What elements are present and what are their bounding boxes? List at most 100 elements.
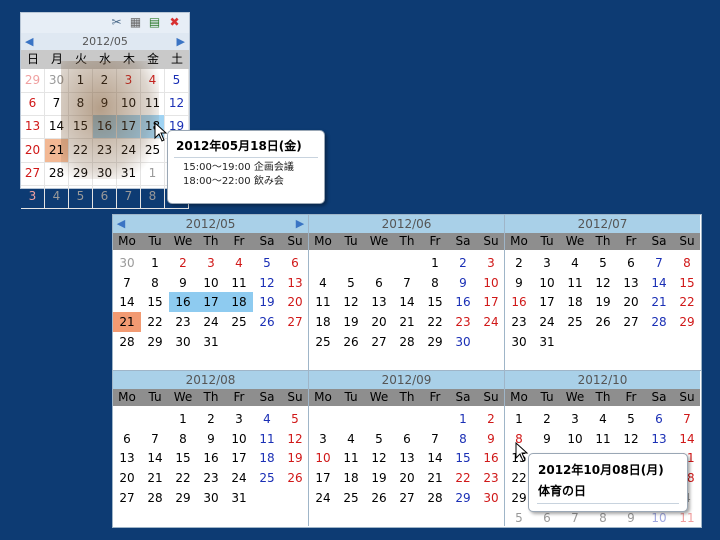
day-cell[interactable]: 31 <box>197 332 225 352</box>
mini-day-cell[interactable]: 1 <box>69 69 93 93</box>
day-cell[interactable]: 9 <box>449 273 477 293</box>
mini-day-cell[interactable]: 22 <box>69 138 93 163</box>
next-month-arrow-icon[interactable]: ▶ <box>177 33 185 50</box>
day-cell[interactable]: 24 <box>533 312 561 332</box>
day-cell[interactable]: 23 <box>477 468 505 488</box>
day-cell[interactable]: 3 <box>197 253 225 273</box>
day-cell[interactable]: 11 <box>561 273 589 293</box>
day-cell[interactable]: 20 <box>281 292 309 312</box>
day-cell[interactable]: 17 <box>533 292 561 312</box>
day-cell[interactable]: 26 <box>365 488 393 508</box>
prev-month-arrow-icon[interactable]: ◀ <box>113 215 129 233</box>
day-cell[interactable]: 13 <box>113 448 141 468</box>
day-cell[interactable]: 24 <box>309 488 337 508</box>
day-cell[interactable]: 17 <box>225 448 253 468</box>
mini-day-cell[interactable]: 30 <box>45 69 69 93</box>
day-cell[interactable]: 11 <box>337 448 365 468</box>
day-cell[interactable]: 12 <box>337 292 365 312</box>
day-cell[interactable]: 5 <box>365 429 393 449</box>
next-month-arrow-icon[interactable]: ▶ <box>292 215 308 233</box>
day-cell[interactable]: 5 <box>253 253 281 273</box>
mini-day-cell[interactable]: 2 <box>93 69 117 93</box>
mini-day-cell[interactable]: 12 <box>165 92 189 117</box>
day-cell[interactable]: 14 <box>645 273 673 293</box>
day-cell[interactable]: 10 <box>309 448 337 468</box>
day-cell[interactable]: 24 <box>225 468 253 488</box>
mini-day-cell[interactable]: 27 <box>21 161 45 186</box>
day-cell[interactable]: 4 <box>589 409 617 429</box>
day-cell[interactable]: 3 <box>477 253 505 273</box>
day-cell[interactable]: 12 <box>253 273 281 293</box>
mini-day-cell[interactable]: 9 <box>93 92 117 117</box>
day-cell[interactable]: 18 <box>337 468 365 488</box>
day-cell[interactable]: 15 <box>673 273 701 293</box>
day-cell[interactable]: 2 <box>505 253 533 273</box>
day-cell[interactable]: 22 <box>673 292 701 312</box>
day-cell[interactable]: 27 <box>617 312 645 332</box>
day-cell[interactable]: 6 <box>113 429 141 449</box>
mini-day-cell[interactable]: 6 <box>93 185 117 209</box>
day-cell[interactable]: 23 <box>505 312 533 332</box>
mini-day-cell[interactable]: 23 <box>93 138 117 163</box>
day-cell[interactable]: 15 <box>141 292 169 312</box>
day-cell[interactable]: 29 <box>169 488 197 508</box>
day-cell[interactable]: 19 <box>365 468 393 488</box>
day-cell[interactable]: 9 <box>505 273 533 293</box>
day-cell[interactable]: 10 <box>561 429 589 449</box>
grid-icon[interactable]: ▦ <box>128 15 143 30</box>
day-cell[interactable]: 7 <box>393 273 421 293</box>
day-cell[interactable]: 10 <box>477 273 505 293</box>
day-cell[interactable]: 15 <box>169 448 197 468</box>
day-cell[interactable]: 6 <box>281 253 309 273</box>
day-cell[interactable]: 8 <box>169 429 197 449</box>
day-cell[interactable]: 25 <box>561 312 589 332</box>
mini-day-cell[interactable]: 6 <box>21 92 45 117</box>
mini-day-cell[interactable]: 17 <box>117 115 141 140</box>
day-cell[interactable]: 31 <box>225 488 253 508</box>
day-cell[interactable]: 21 <box>645 292 673 312</box>
day-cell[interactable]: 8 <box>421 273 449 293</box>
day-cell[interactable]: 22 <box>169 468 197 488</box>
prev-month-arrow-icon[interactable]: ◀ <box>25 33 33 50</box>
day-cell[interactable]: 4 <box>561 253 589 273</box>
mini-day-cell[interactable]: 4 <box>141 69 165 93</box>
day-cell[interactable]: 23 <box>449 312 477 332</box>
day-cell[interactable]: 9 <box>477 429 505 449</box>
day-cell[interactable]: 29 <box>449 488 477 508</box>
day-cell[interactable]: 2 <box>477 409 505 429</box>
day-cell[interactable]: 14 <box>421 448 449 468</box>
mini-day-cell[interactable]: 10 <box>117 92 141 117</box>
day-cell[interactable]: 28 <box>141 488 169 508</box>
day-cell[interactable]: 16 <box>169 292 197 313</box>
mini-day-cell[interactable]: 3 <box>117 69 141 93</box>
day-cell[interactable]: 15 <box>421 292 449 312</box>
day-cell[interactable]: 30 <box>449 332 477 352</box>
day-cell[interactable]: 1 <box>141 253 169 273</box>
day-cell[interactable]: 30 <box>505 332 533 352</box>
mini-day-cell[interactable]: 13 <box>21 115 45 140</box>
day-cell[interactable]: 30 <box>477 488 505 508</box>
day-cell[interactable]: 25 <box>337 488 365 508</box>
day-cell[interactable]: 11 <box>309 292 337 312</box>
day-cell[interactable]: 31 <box>533 332 561 352</box>
day-cell[interactable]: 2 <box>533 409 561 429</box>
day-cell[interactable]: 20 <box>113 468 141 488</box>
day-cell[interactable]: 12 <box>365 448 393 468</box>
day-cell[interactable]: 1 <box>421 253 449 273</box>
day-cell[interactable]: 20 <box>393 468 421 488</box>
day-cell[interactable]: 19 <box>281 448 309 468</box>
mini-day-cell[interactable]: 21 <box>45 138 69 163</box>
close-icon[interactable]: ✖ <box>167 15 182 30</box>
mini-day-cell[interactable]: 8 <box>69 92 93 117</box>
day-cell[interactable]: 12 <box>589 273 617 293</box>
day-cell[interactable]: 16 <box>505 292 533 312</box>
day-cell[interactable]: 14 <box>673 429 701 449</box>
day-cell[interactable]: 13 <box>617 273 645 293</box>
day-cell[interactable]: 4 <box>225 253 253 273</box>
mini-day-cell[interactable]: 20 <box>21 138 45 163</box>
day-cell[interactable]: 17 <box>197 292 225 313</box>
mini-day-cell[interactable]: 15 <box>69 115 93 140</box>
day-cell[interactable]: 26 <box>589 312 617 332</box>
day-cell[interactable]: 28 <box>421 488 449 508</box>
day-cell[interactable]: 3 <box>225 409 253 429</box>
